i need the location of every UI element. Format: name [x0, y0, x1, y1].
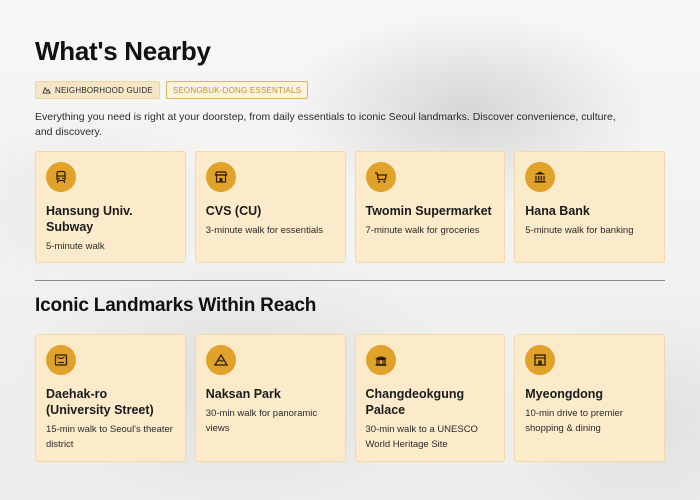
card-title: Naksan Park	[205, 387, 281, 401]
tag-neighborhood-guide: NEIGHBORHOOD GUIDE	[35, 81, 160, 99]
card-desc: 3-minute walk for essentials	[205, 225, 323, 236]
card-title: Myeongdong	[525, 387, 604, 401]
subway-icon	[46, 162, 76, 192]
theater-icon	[46, 345, 76, 375]
landmarks-title: Iconic Landmarks Within Reach	[35, 295, 317, 316]
landmark-card-naksan[interactable]: Naksan Park 30-min walk for panoramic vi…	[194, 334, 346, 462]
mountain-icon	[205, 345, 236, 375]
landmark-card-myeongdong[interactable]: Myeongdong 10-min drive to premier shopp…	[514, 334, 665, 462]
shop-icon	[525, 345, 556, 375]
tag-label: NEIGHBORHOOD GUIDE	[55, 85, 153, 95]
card-desc: 10-min drive to premier shopping & dinin…	[525, 408, 623, 434]
tag-row: NEIGHBORHOOD GUIDE SEONGBUK-DONG ESSENTI…	[35, 81, 309, 99]
page-title: What's Nearby	[35, 36, 211, 66]
tag-label: SEONGBUK-DONG ESSENTIALS	[172, 85, 302, 95]
card-desc: 30-min walk to a UNESCO World Heritage S…	[365, 424, 478, 450]
card-desc: 5-minute walk	[46, 241, 105, 252]
nearby-card-supermarket[interactable]: Twomin Supermarket 7-minute walk for gro…	[354, 151, 506, 263]
store-icon	[205, 162, 236, 192]
palace-icon	[365, 345, 396, 375]
card-title: Hansung Univ. Subway	[46, 204, 133, 234]
nearby-card-subway[interactable]: Hansung Univ. Subway 5-minute walk	[35, 151, 186, 263]
tag-seongbuk-essentials: SEONGBUK-DONG ESSENTIALS	[165, 81, 309, 99]
card-title: Changdeokgung Palace	[365, 387, 465, 417]
card-title: Hana Bank	[525, 204, 590, 218]
intro-text: Everything you need is right at your doo…	[35, 111, 616, 138]
landmark-card-changdeokgung[interactable]: Changdeokgung Palace 30-min walk to a UN…	[354, 334, 506, 462]
card-desc: 7-minute walk for groceries	[365, 225, 480, 236]
card-desc: 5-minute walk for banking	[525, 225, 634, 236]
nearby-card-bank[interactable]: Hana Bank 5-minute walk for banking	[514, 151, 665, 263]
nearby-card-cvs[interactable]: CVS (CU) 3-minute walk for essentials	[194, 151, 346, 263]
section-divider	[35, 280, 665, 281]
card-title: Twomin Supermarket	[365, 204, 492, 218]
nearby-grid: Hansung Univ. Subway 5-minute walk CVS (…	[35, 151, 665, 263]
bank-icon	[525, 162, 556, 192]
landmarks-grid: Daehak-ro (University Street) 15-min wal…	[35, 334, 665, 462]
landmark-card-daehakro[interactable]: Daehak-ro (University Street) 15-min wal…	[35, 334, 186, 462]
card-desc: 15-min walk to Seoul's theater district	[46, 424, 173, 450]
card-desc: 30-min walk for panoramic views	[205, 408, 318, 434]
card-title: Daehak-ro (University Street)	[46, 387, 154, 417]
map-icon	[42, 86, 51, 94]
card-title: CVS (CU)	[205, 204, 262, 218]
cart-icon	[365, 162, 396, 192]
